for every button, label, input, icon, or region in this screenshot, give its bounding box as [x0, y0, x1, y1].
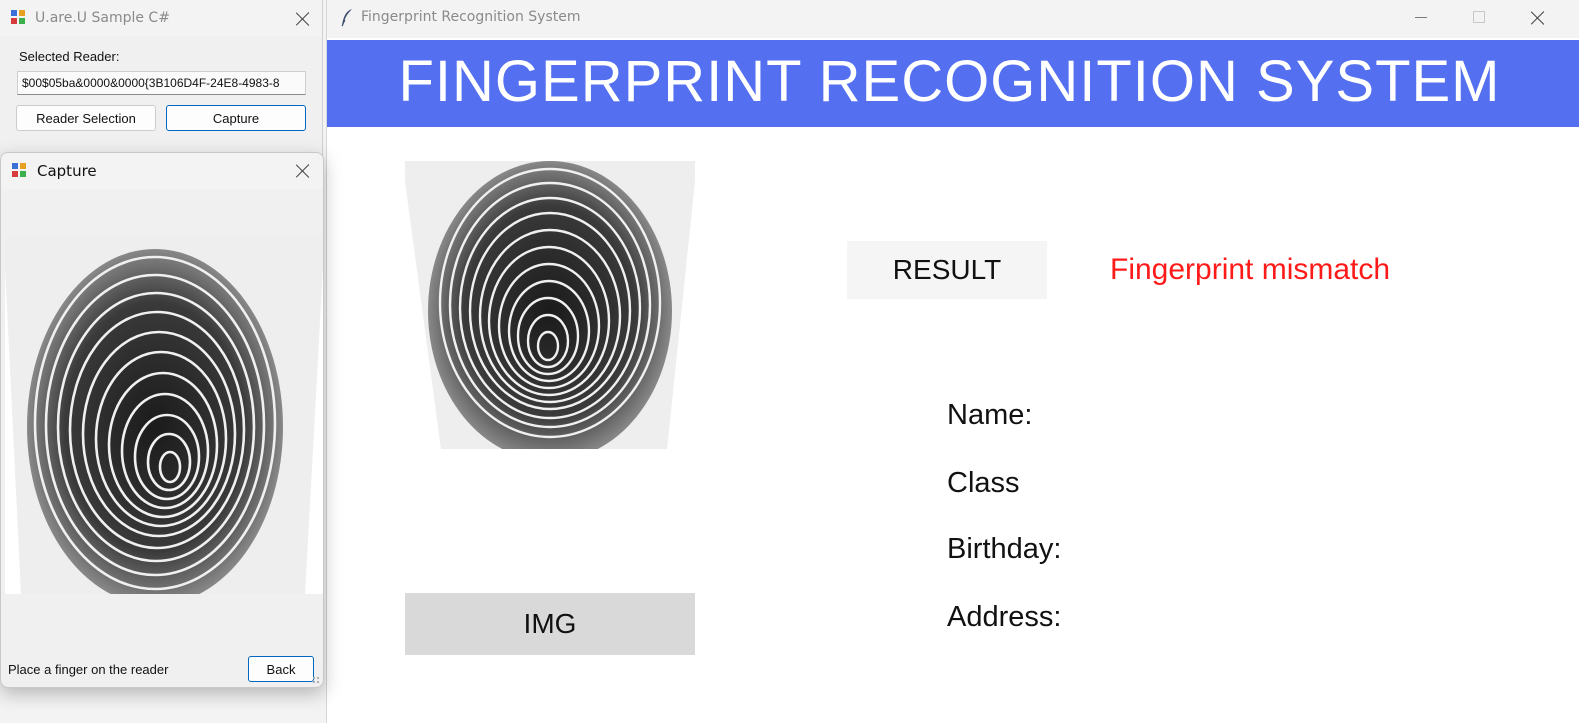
- result-status-text: Fingerprint mismatch: [1110, 253, 1391, 286]
- selected-reader-label: Selected Reader:: [19, 49, 120, 64]
- main-titlebar[interactable]: Fingerprint Recognition System: [327, 0, 1579, 38]
- reader-selection-button[interactable]: Reader Selection: [16, 105, 156, 131]
- capture-window: Capture Place a finger on the reader Bac…: [0, 152, 324, 688]
- img-button[interactable]: IMG: [405, 593, 695, 655]
- close-icon[interactable]: [296, 164, 310, 178]
- sample-titlebar[interactable]: U.are.U Sample C#: [0, 0, 322, 36]
- capture-status-text: Place a finger on the reader: [8, 662, 169, 677]
- feather-icon: [340, 8, 354, 28]
- result-button[interactable]: RESULT: [847, 241, 1047, 299]
- class-label: Class: [947, 467, 1020, 499]
- fingerprint-image: [405, 161, 695, 449]
- address-label: Address:: [947, 601, 1062, 633]
- capture-window-title: Capture: [37, 162, 97, 180]
- minimize-icon[interactable]: [1415, 17, 1427, 18]
- back-button[interactable]: Back: [248, 656, 314, 682]
- app-icon: [12, 163, 28, 179]
- reader-field[interactable]: $00$05ba&0000&0000{3B106D4F-24E8-4983-8: [17, 71, 306, 95]
- capture-titlebar[interactable]: Capture: [1, 153, 323, 189]
- sample-window-title: U.are.U Sample C#: [35, 10, 170, 26]
- close-icon[interactable]: [296, 12, 310, 26]
- resize-grip-icon[interactable]: [312, 676, 320, 684]
- app-header-title: FINGERPRINT RECOGNITION SYSTEM: [398, 49, 1501, 114]
- name-label: Name:: [947, 399, 1033, 431]
- maximize-icon[interactable]: [1473, 11, 1485, 23]
- close-icon[interactable]: [1531, 11, 1545, 25]
- main-window-title: Fingerprint Recognition System: [361, 9, 581, 25]
- capture-button[interactable]: Capture: [166, 105, 306, 131]
- app-header: FINGERPRINT RECOGNITION SYSTEM: [327, 40, 1579, 127]
- main-window: Fingerprint Recognition System FINGERPRI…: [326, 0, 1579, 723]
- birthday-label: Birthday:: [947, 533, 1062, 565]
- captured-fingerprint-image: [5, 237, 323, 594]
- app-icon: [11, 10, 27, 26]
